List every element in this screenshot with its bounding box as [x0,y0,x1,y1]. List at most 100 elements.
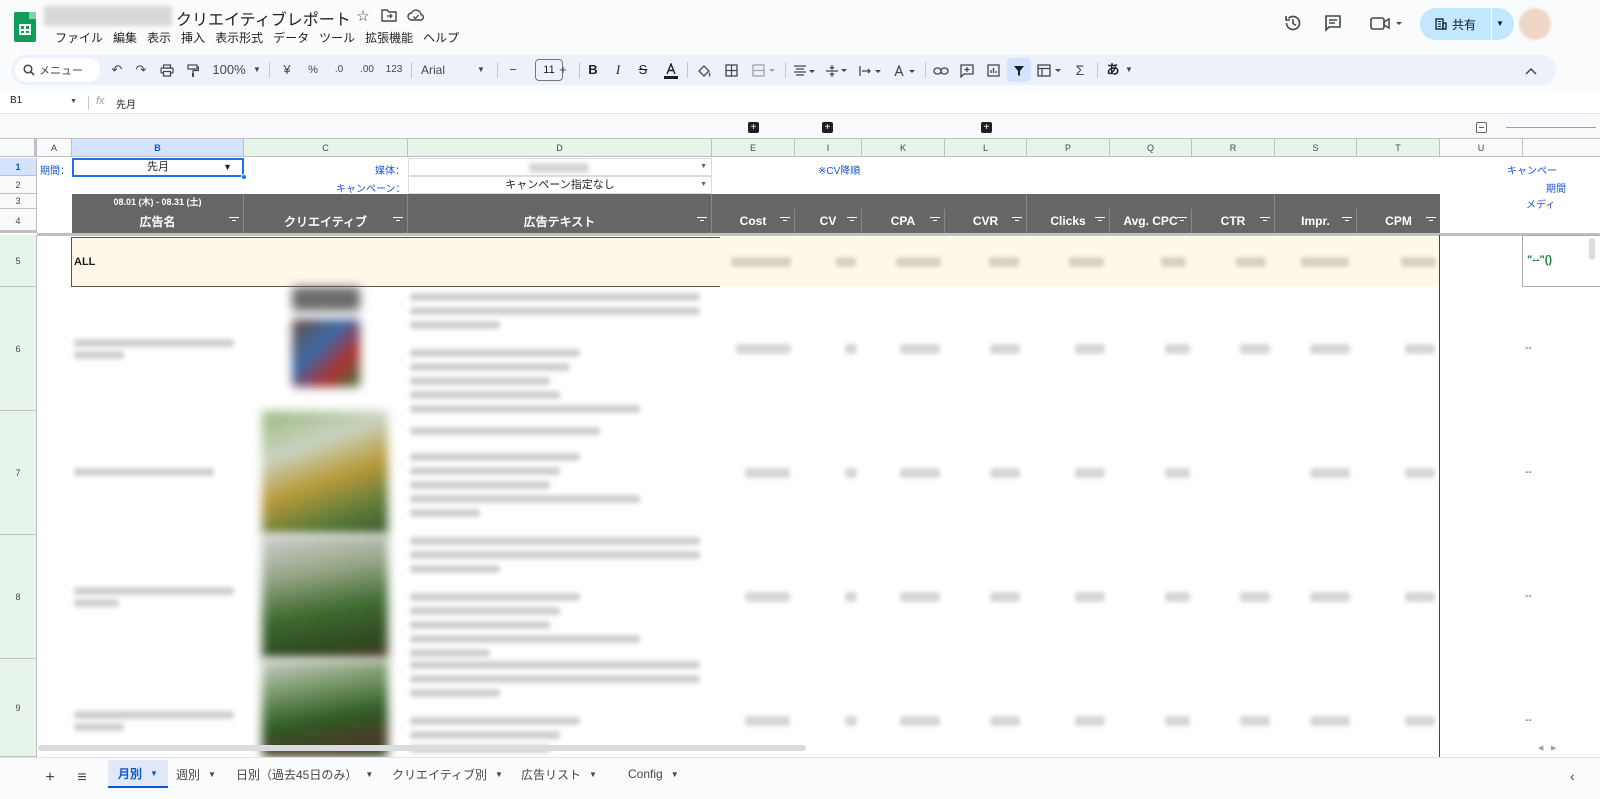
all-sheets-menu-icon[interactable]: ≡ [70,766,94,790]
menu-help[interactable]: ヘルプ [418,30,464,48]
sheets-logo-icon[interactable] [14,12,36,42]
hide-menus-chevron-up-icon[interactable] [1521,55,1541,85]
column-header-c[interactable]: C [244,139,408,157]
row-header-4[interactable]: 4 [0,209,37,233]
filter-icon[interactable] [1426,216,1436,226]
cloud-status-icon[interactable] [407,8,425,26]
filter-icon[interactable] [393,216,403,226]
menu-extensions[interactable]: 拡張機能 [360,30,418,48]
formula-input[interactable]: 先月 [116,96,136,111]
text-color-button[interactable] [662,55,680,85]
text-rotation-icon[interactable] [891,55,919,85]
input-tools-caret-icon[interactable]: ▼ [1123,55,1135,85]
bold-button[interactable]: B [585,55,601,85]
column-header-r[interactable]: R [1192,139,1275,157]
column-header-d[interactable]: D [408,139,712,157]
share-main[interactable]: 共有 [1420,8,1490,40]
sheet-tab-daily[interactable]: 日別（過去45日のみ） ▼ [226,760,383,788]
decrease-font-size-button[interactable]: − [505,55,521,85]
header-avg-cpc[interactable]: Avg. CPC [1110,209,1192,233]
header-ad-name[interactable]: 広告名 [72,209,244,233]
row-header-5[interactable]: 5 [0,235,37,287]
scroll-left-icon[interactable]: ◀ [1538,744,1543,752]
creative-thumbnail[interactable] [262,411,388,535]
percent-format-button[interactable]: % [305,55,321,85]
campaign-dropdown[interactable]: キャンペーン指定なし ▼ [408,176,712,194]
expand-group-icon[interactable]: + [748,122,759,133]
insert-link-icon[interactable] [931,55,951,85]
header-ctr[interactable]: CTR [1192,209,1275,233]
column-header-a[interactable]: A [37,139,72,157]
zoom-select[interactable]: 100% [211,55,247,85]
increase-font-size-button[interactable]: + [555,55,571,85]
filter-icon[interactable] [1342,216,1352,226]
horizontal-align-icon[interactable] [791,55,819,85]
column-header-e[interactable]: E [712,139,795,157]
filter-icon[interactable] [1009,55,1029,85]
version-history-icon[interactable] [1282,13,1304,35]
add-sheet-icon[interactable]: + [38,766,62,790]
column-header-i[interactable]: I [795,139,862,157]
creative-thumbnail[interactable] [262,535,388,659]
sheet-tab-monthly[interactable]: 月別 ▼ [108,760,168,788]
vertical-align-icon[interactable] [823,55,851,85]
menu-data[interactable]: データ [268,30,314,48]
all-merged-cell[interactable] [71,237,720,287]
creative-thumbnail[interactable] [292,287,360,311]
chevron-down-icon[interactable]: ▼ [365,770,373,779]
chevron-down-icon[interactable]: ▼ [208,770,216,779]
font-caret-icon[interactable]: ▼ [475,55,487,85]
filter-views-icon[interactable] [1035,55,1065,85]
functions-icon[interactable]: Σ [1071,55,1089,85]
vertical-scrollbar[interactable] [1589,238,1595,260]
column-header-t[interactable]: T [1357,139,1440,157]
menu-tools[interactable]: ツール [314,30,360,48]
text-wrapping-icon[interactable] [857,55,885,85]
insert-chart-icon[interactable] [983,55,1003,85]
insert-comment-icon[interactable] [957,55,977,85]
menu-edit[interactable]: 編集 [108,30,142,48]
header-ad-text[interactable]: 広告テキスト [408,209,712,233]
row-header-6[interactable]: 6 [0,287,37,411]
move-folder-icon[interactable] [380,8,398,26]
chevron-left-icon[interactable]: ‹ [1570,768,1575,784]
chevron-down-icon[interactable]: ▼ [495,770,503,779]
creative-thumbnail[interactable] [262,659,388,757]
filter-icon[interactable] [930,216,940,226]
italic-button[interactable]: I [610,55,626,85]
currency-format-button[interactable]: ¥ [279,55,295,85]
expand-group-icon[interactable]: + [822,122,833,133]
collapse-group-icon[interactable] [1476,122,1487,133]
menu-file[interactable]: ファイル [50,30,108,48]
column-header-s[interactable]: S [1275,139,1357,157]
row-header-9[interactable]: 9 [0,659,37,757]
redo-icon[interactable]: ↷ [132,55,150,85]
creative-thumbnail[interactable] [292,319,360,387]
search-menus-input[interactable]: メニュー [15,58,100,82]
name-box-caret-icon[interactable]: ▼ [70,98,77,105]
period-dropdown[interactable]: 先月 ▼ [72,158,244,177]
filter-icon[interactable] [1260,216,1270,226]
menu-view[interactable]: 表示 [142,30,176,48]
filter-icon[interactable] [847,216,857,226]
more-formats-button[interactable]: 123 [383,55,405,85]
comments-icon[interactable] [1322,13,1344,35]
menu-format[interactable]: 表示形式 [210,30,268,48]
sheet-tab-by-creative[interactable]: クリエイティブ別 ▼ [382,760,513,788]
avatar[interactable] [1519,8,1551,40]
frozen-row-divider[interactable] [37,233,1600,236]
selection-handle[interactable] [241,174,247,180]
fill-color-icon[interactable] [695,55,713,85]
sheet-grid[interactable]: + + + A B C D E I K L P Q R S T U 1 2 3 … [0,115,1600,757]
chevron-down-icon[interactable]: ▼ [150,769,158,778]
undo-icon[interactable]: ↶ [108,55,126,85]
filter-icon[interactable] [1177,216,1187,226]
row-header-1[interactable]: 1 [0,158,37,176]
font-family-select[interactable]: Arial [421,55,471,85]
header-cv[interactable]: CV [795,209,862,233]
header-impr[interactable]: Impr. [1275,209,1357,233]
filter-icon[interactable] [1095,216,1105,226]
header-cvr[interactable]: CVR [945,209,1027,233]
input-tools-button[interactable]: あ [1103,55,1123,85]
column-header-p[interactable]: P [1027,139,1110,157]
